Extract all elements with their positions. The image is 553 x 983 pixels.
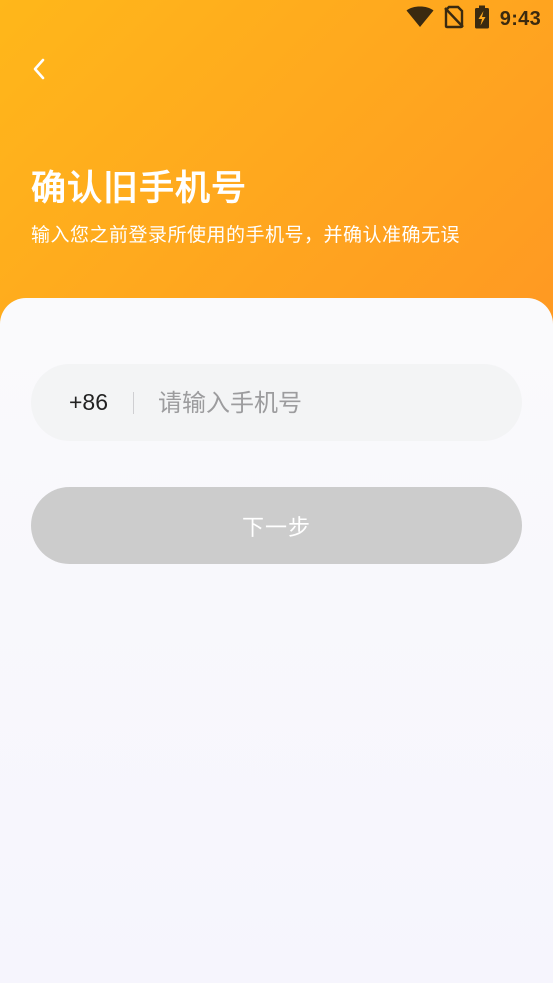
status-bar: 9:43 (0, 0, 553, 38)
page-subtitle: 输入您之前登录所使用的手机号，并确认准确无误 (31, 224, 461, 246)
divider (133, 391, 134, 414)
status-time: 9:43 (499, 7, 541, 30)
battery-charging-icon (474, 5, 490, 33)
form-card: +86 下一步 (0, 298, 553, 983)
wifi-icon (406, 6, 434, 32)
status-icons: 9:43 (406, 5, 541, 33)
phone-input[interactable] (158, 364, 522, 441)
chevron-left-icon (32, 58, 46, 84)
country-code[interactable]: +86 (31, 389, 131, 416)
back-button[interactable] (24, 56, 54, 86)
screen: 9:43 确认旧手机号 输入您之前登录所使用的手机号，并确认准确无误 +86 下… (0, 0, 553, 983)
page-title: 确认旧手机号 (31, 169, 248, 209)
no-sim-icon (443, 5, 464, 33)
next-button[interactable]: 下一步 (31, 487, 522, 564)
phone-field: +86 (31, 364, 522, 441)
